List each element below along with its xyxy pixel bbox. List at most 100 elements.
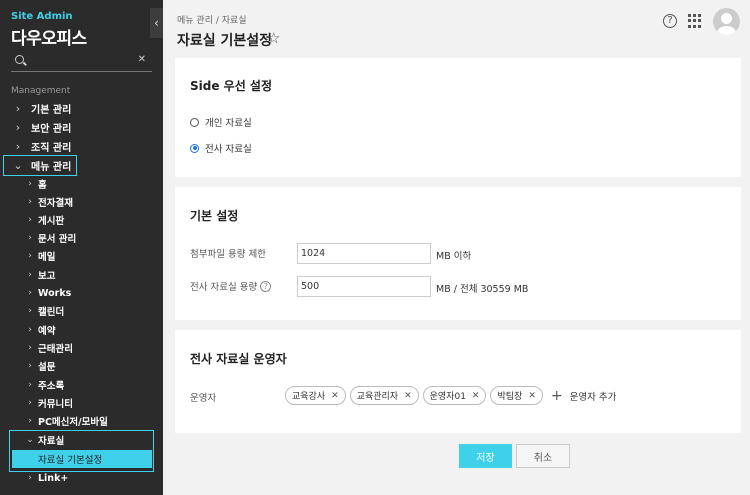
basic-settings-title: 기본 설정: [190, 209, 239, 223]
chevron-right-icon: ›: [28, 361, 32, 371]
sidebar-subitem-report[interactable]: › 보고: [0, 266, 163, 284]
sidebar-subitem-label: 문서 관리: [38, 234, 77, 245]
help-icon[interactable]: ?: [260, 280, 272, 292]
radio-personal[interactable]: 개인 자료실: [190, 115, 252, 129]
operator-tag: 교육관리자 ✕: [349, 386, 419, 405]
sidebar-subitem-board[interactable]: › 게시판: [0, 211, 163, 229]
sidebar-subitem-label: 커뮤니티: [38, 399, 73, 410]
chevron-right-icon: ›: [28, 398, 32, 408]
chevron-right-icon: ›: [28, 197, 32, 207]
capacity-label-text: 전사 자료실 용량: [190, 282, 258, 293]
sidebar-collapse-button[interactable]: ‹: [150, 8, 163, 38]
page-title: 자료실 기본설정: [177, 33, 273, 49]
cancel-button[interactable]: 취소: [516, 444, 570, 468]
close-icon[interactable]: ✕: [404, 391, 412, 401]
sidebar-search: ✕: [11, 52, 152, 72]
sidebar: Site Admin 다우오피스 ‹ ✕ Management › 기본 관리 ›…: [0, 0, 163, 495]
sidebar-item-security[interactable]: › 보안 관리: [0, 118, 163, 136]
star-icon[interactable]: ☆: [267, 29, 280, 47]
chevron-right-icon: ›: [28, 343, 32, 353]
sidebar-item-label: 기본 관리: [31, 104, 72, 116]
apps-grid-icon[interactable]: [688, 14, 702, 28]
save-button[interactable]: 저장: [459, 444, 512, 468]
brand-logo[interactable]: 다우오피스: [11, 24, 87, 49]
sidebar-subitem-home[interactable]: › 홈: [0, 175, 163, 193]
breadcrumb: 메뉴 관리 / 자료실: [177, 16, 247, 26]
search-input[interactable]: [31, 52, 131, 70]
sidebar-subitem-label: Works: [38, 287, 72, 299]
sidebar-item-label: 조직 관리: [31, 142, 72, 154]
sidebar-subitem-dataroom[interactable]: ⌄ 자료실: [0, 431, 163, 449]
sidebar-subitem-linkplus[interactable]: › Link+: [0, 469, 163, 487]
main-content: 메뉴 관리 / 자료실 자료실 기본설정 ☆ ? Side 우선 설정 개인 자…: [163, 0, 750, 495]
section-label: Management: [11, 86, 71, 96]
search-icon: [15, 55, 24, 64]
operator-tag: 운영자01 ✕: [422, 386, 487, 405]
chevron-right-icon: ›: [15, 120, 21, 134]
sidebar-subitem-label: PC메신저/모바일: [38, 417, 108, 428]
side-priority-card: Side 우선 설정 개인 자료실 전사 자료실: [175, 58, 741, 177]
chevron-left-icon: ‹: [154, 16, 159, 30]
chevron-right-icon: ›: [28, 416, 32, 426]
operators-title: 전사 자료실 운영자: [190, 352, 287, 366]
sidebar-subitem-mail[interactable]: › 메일: [0, 247, 163, 265]
add-operator-button[interactable]: + 운영자 추가: [551, 388, 616, 404]
sidebar-item-basic[interactable]: › 기본 관리: [0, 99, 163, 117]
basic-settings-card: 기본 설정 첨부파일 용량 제한 MB 이하 전사 자료실 용량 ? MB / …: [175, 187, 741, 320]
capacity-label: 전사 자료실 용량 ?: [190, 279, 272, 293]
sidebar-subitem-attendance[interactable]: › 근태관리: [0, 339, 163, 357]
sidebar-subitem-docs[interactable]: › 문서 관리: [0, 229, 163, 247]
close-icon[interactable]: ✕: [528, 391, 536, 401]
operators-label: 운영자: [190, 393, 217, 404]
capacity-input[interactable]: [297, 276, 431, 297]
chevron-right-icon: ›: [15, 101, 21, 115]
sidebar-subitem-reservation[interactable]: › 예약: [0, 321, 163, 339]
chevron-right-icon: ›: [28, 179, 32, 189]
sidebar-subitem-calendar[interactable]: › 캘린더: [0, 302, 163, 320]
close-icon[interactable]: ✕: [331, 391, 339, 401]
sidebar-subitem-label: 전자결재: [38, 198, 73, 209]
radio-label: 개인 자료실: [205, 118, 252, 129]
operator-tag: 박팀장 ✕: [490, 386, 543, 405]
attach-limit-input[interactable]: [297, 243, 431, 264]
sidebar-subitem-works[interactable]: › Works: [0, 284, 163, 302]
chevron-right-icon: ›: [28, 215, 32, 225]
chevron-right-icon: ›: [15, 139, 21, 153]
side-priority-title: Side 우선 설정: [190, 79, 273, 93]
sidebar-subitem-label: 홈: [38, 180, 47, 191]
sidebar-subitem-messenger[interactable]: › PC메신저/모바일: [0, 412, 163, 430]
tag-label: 박팀장: [497, 392, 523, 402]
chevron-right-icon: ›: [28, 288, 32, 298]
sidebar-item-label: 보안 관리: [31, 123, 72, 135]
tag-label: 교육관리자: [356, 392, 399, 402]
help-icon[interactable]: ?: [663, 14, 677, 28]
sidebar-subitem-community[interactable]: › 커뮤니티: [0, 394, 163, 412]
radio-company[interactable]: 전사 자료실: [190, 141, 252, 155]
sidebar-subitem-label: 메일: [38, 252, 56, 263]
close-icon[interactable]: ✕: [138, 54, 146, 65]
close-icon[interactable]: ✕: [472, 391, 480, 401]
sidebar-subitem-approval[interactable]: › 전자결재: [0, 193, 163, 211]
sidebar-subitem-contacts[interactable]: › 주소록: [0, 376, 163, 394]
radio-unchecked-icon: [190, 117, 199, 127]
chevron-right-icon: ›: [28, 380, 32, 390]
sidebar-subitem-label: Link+: [38, 472, 69, 484]
sidebar-subitem-label: 설문: [38, 362, 56, 373]
chevron-right-icon: ›: [28, 233, 32, 243]
avatar[interactable]: [713, 8, 740, 35]
sidebar-subitem-label: 캘린더: [38, 307, 65, 318]
chevron-right-icon: ›: [28, 270, 32, 280]
sidebar-subitem-label: 보고: [38, 271, 56, 282]
site-admin-label: Site Admin: [11, 11, 73, 22]
operators-card: 전사 자료실 운영자 운영자: [175, 330, 741, 433]
operator-tags: 교육강사 ✕ 교육관리자 ✕ 운영자01 ✕ 박팀장 ✕ + 운영자 추가: [285, 386, 616, 405]
sidebar-subitem-survey[interactable]: › 설문: [0, 357, 163, 375]
sidebar-subitem-label: 자료실: [38, 436, 65, 447]
menu-highlight-box: [3, 155, 77, 176]
chevron-right-icon: ›: [28, 473, 32, 483]
chevron-right-icon: ›: [28, 325, 32, 335]
sidebar-subitem-dataroom-settings[interactable]: 자료실 기본설정: [12, 450, 152, 468]
radio-checked-icon: [190, 143, 199, 153]
tag-label: 교육강사: [292, 392, 326, 402]
sidebar-item-org[interactable]: › 조직 관리: [0, 137, 163, 155]
